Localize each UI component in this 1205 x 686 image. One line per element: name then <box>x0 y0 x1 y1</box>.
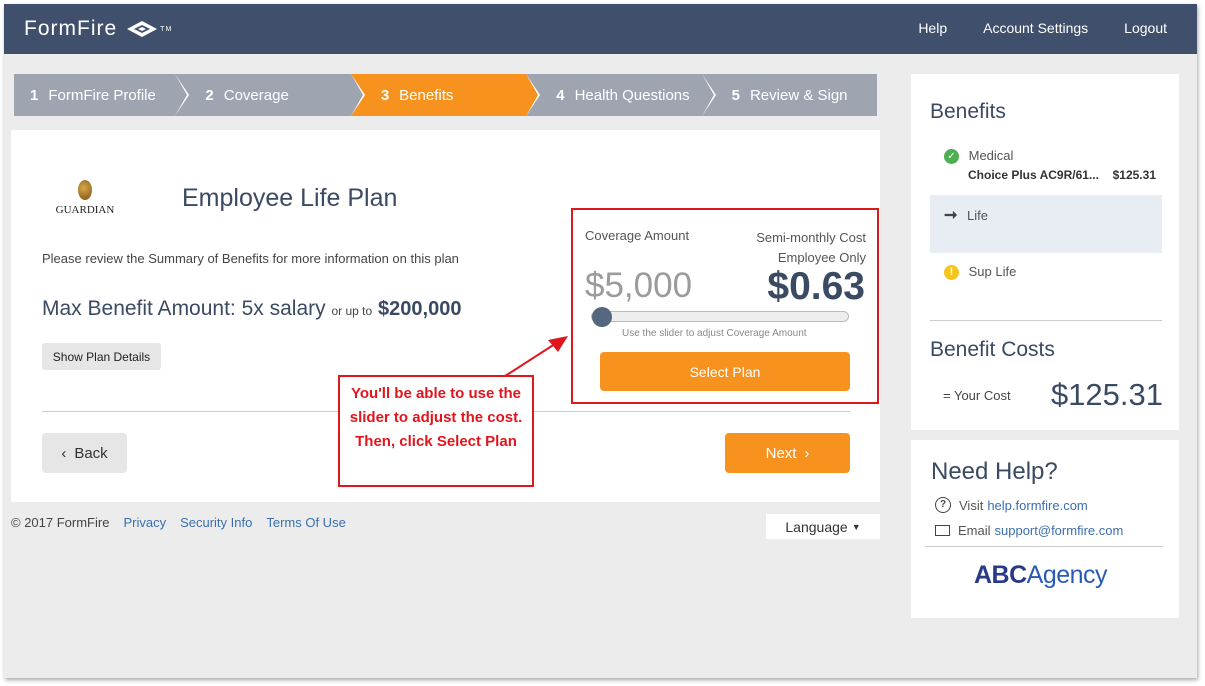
next-label: Next <box>765 444 797 462</box>
medical-plan-name: Choice Plus AC9R/61... <box>968 168 1099 183</box>
cost-amount-value: $0.63 <box>767 265 865 308</box>
cost-label: Semi-monthly Cost Employee Only <box>756 228 866 268</box>
caret-down-icon: ▼ <box>851 521 861 532</box>
support-email-link[interactable]: support@formfire.com <box>995 523 1124 538</box>
sidebar-item-sup-life[interactable]: ! Sup Life <box>930 264 1162 281</box>
coverage-amount-label: Coverage Amount <box>585 228 690 243</box>
coverage-amount-value: $5,000 <box>585 266 693 305</box>
warning-circle-icon: ! <box>944 265 959 281</box>
guardian-mark-icon <box>78 180 92 200</box>
help-visit-row: ? Visit help.formfire.com <box>935 497 1088 513</box>
your-cost-value: $125.31 <box>1050 377 1163 412</box>
coverage-slider-track[interactable] <box>591 311 849 322</box>
progress-steps: 1 FormFire Profile 2 Coverage 3 Benefits… <box>14 74 878 116</box>
your-cost-label: = Your Cost <box>943 387 1011 403</box>
benefits-sidebar: Benefits ✓ Medical Choice Plus AC9R/61..… <box>911 74 1179 430</box>
step-label: FormFire Profile <box>48 86 156 104</box>
terms-of-use-link[interactable]: Terms Of Use <box>266 515 345 530</box>
formfire-logo[interactable]: FormFire TM <box>24 17 172 41</box>
nav-help[interactable]: Help <box>918 20 947 36</box>
select-plan-button[interactable]: Select Plan <box>600 352 850 391</box>
chevron-right-icon: › <box>804 444 810 462</box>
agency-logo-bold: ABC <box>974 561 1027 589</box>
cost-label-line-1: Semi-monthly Cost <box>756 230 866 245</box>
next-button[interactable]: Next › <box>725 433 850 473</box>
medical-plan-cost: $125.31 <box>1112 168 1156 183</box>
help-email-row: Email support@formfire.com <box>935 523 1123 538</box>
step-number: 5 <box>731 86 740 104</box>
step-health-questions[interactable]: 4 Health Questions <box>526 74 716 116</box>
language-dropdown[interactable]: Language ▼ <box>766 514 880 539</box>
help-panel: Need Help? ? Visit help.formfire.com Ema… <box>911 440 1179 618</box>
max-benefit-connector: or up to <box>331 304 373 318</box>
top-navbar: FormFire TM Help Account Settings Logout <box>4 4 1197 54</box>
show-plan-details-button[interactable]: Show Plan Details <box>42 343 161 370</box>
step-benefits[interactable]: 3 Benefits <box>350 74 541 116</box>
footer: © 2017 FormFire Privacy Security Info Te… <box>11 515 346 530</box>
language-label: Language <box>785 518 848 535</box>
visit-label: Visit <box>959 497 984 513</box>
divider <box>930 320 1162 321</box>
nav-logout[interactable]: Logout <box>1124 20 1167 36</box>
step-label: Coverage <box>223 86 289 104</box>
step-review-sign[interactable]: 5 Review & Sign <box>701 74 878 116</box>
guardian-logo: GUARDIAN <box>45 180 125 216</box>
logo-icon <box>127 21 158 37</box>
benefit-costs-title: Benefit Costs <box>930 338 1055 361</box>
step-label: Benefits <box>399 86 454 104</box>
step-number: 4 <box>556 86 565 104</box>
coverage-slider-handle[interactable] <box>592 307 612 327</box>
max-benefit-amount: $200,000 <box>378 298 462 320</box>
divider <box>925 546 1163 547</box>
arrow-right-icon: ➞ <box>944 207 958 224</box>
agency-logo-light: Agency <box>1026 561 1108 589</box>
privacy-link[interactable]: Privacy <box>123 515 166 530</box>
step-label: Review & Sign <box>749 86 848 104</box>
sidebar-item-label: Sup Life <box>968 264 1017 279</box>
question-circle-icon: ? <box>935 497 951 513</box>
check-circle-icon: ✓ <box>944 149 959 165</box>
logo-text: FormFire <box>24 17 118 40</box>
step-number: 2 <box>205 86 214 104</box>
browser-frame: FormFire TM Help Account Settings Logout… <box>4 4 1197 678</box>
email-label: Email <box>958 523 991 538</box>
max-benefit-label: Max Benefit Amount: 5x salary <box>42 297 326 320</box>
nav-account-settings[interactable]: Account Settings <box>983 20 1088 36</box>
agency-logo: ABCAgency <box>974 561 1108 590</box>
trademark-mark: TM <box>160 25 173 33</box>
sidebar-title: Benefits <box>930 100 1006 123</box>
plan-title: Employee Life Plan <box>182 184 398 212</box>
slider-hint: Use the slider to adjust Coverage Amount <box>622 328 807 339</box>
step-number: 3 <box>380 86 390 104</box>
sidebar-item-medical[interactable]: ✓ Medical Choice Plus AC9R/61... $125.31 <box>930 148 1162 182</box>
annotation-callout: You'll be able to use the slider to adju… <box>338 375 534 487</box>
step-formfire-profile[interactable]: 1 FormFire Profile <box>14 74 190 116</box>
help-title: Need Help? <box>931 458 1058 485</box>
review-text: Please review the Summary of Benefits fo… <box>42 251 459 266</box>
your-cost-row: = Your Cost $125.31 <box>943 377 1163 413</box>
copyright: © 2017 FormFire <box>11 515 110 530</box>
step-coverage[interactable]: 2 Coverage <box>175 74 365 116</box>
step-number: 1 <box>30 86 39 104</box>
envelope-icon <box>935 525 950 536</box>
top-nav: Help Account Settings Logout <box>918 20 1167 36</box>
max-benefit: Max Benefit Amount: 5x salary or up to $… <box>42 297 461 321</box>
back-button[interactable]: ‹ Back <box>42 433 127 473</box>
carrier-name: GUARDIAN <box>55 204 115 216</box>
help-site-link[interactable]: help.formfire.com <box>987 498 1087 513</box>
step-label: Health Questions <box>574 86 690 104</box>
security-info-link[interactable]: Security Info <box>180 515 252 530</box>
back-label: Back <box>74 444 108 462</box>
sidebar-item-label: Life <box>967 208 988 223</box>
sidebar-item-label: Medical <box>968 148 1014 163</box>
sidebar-item-life[interactable]: ➞ Life <box>930 195 1162 253</box>
chevron-left-icon: ‹ <box>61 444 67 462</box>
